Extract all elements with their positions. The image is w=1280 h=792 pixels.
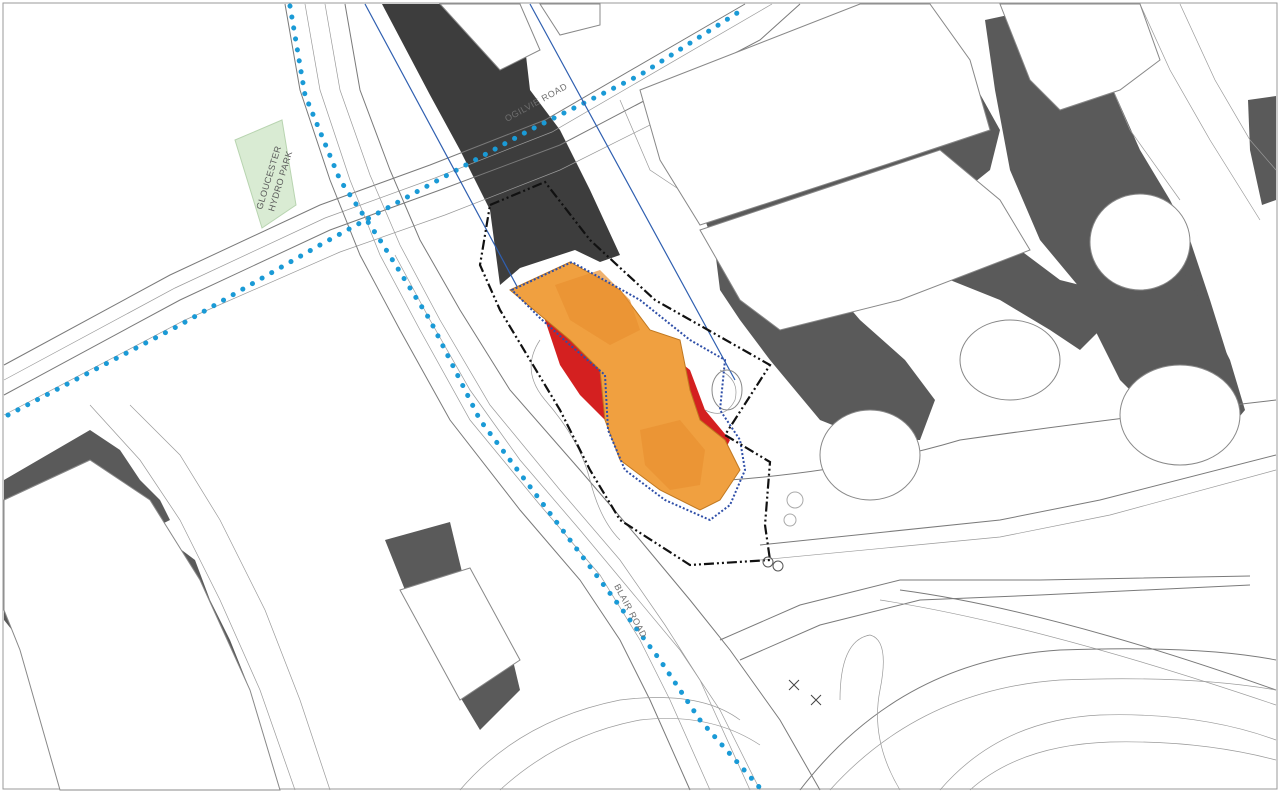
building-round-2 bbox=[959, 319, 1061, 401]
site-plan-map: GLOUCESTER HYDRO PARK OGILVIE ROAD BLAIR… bbox=[2, 2, 1278, 791]
building-round-3 bbox=[819, 409, 921, 501]
building-round-1 bbox=[1089, 193, 1191, 291]
building-round-4 bbox=[1119, 364, 1241, 466]
